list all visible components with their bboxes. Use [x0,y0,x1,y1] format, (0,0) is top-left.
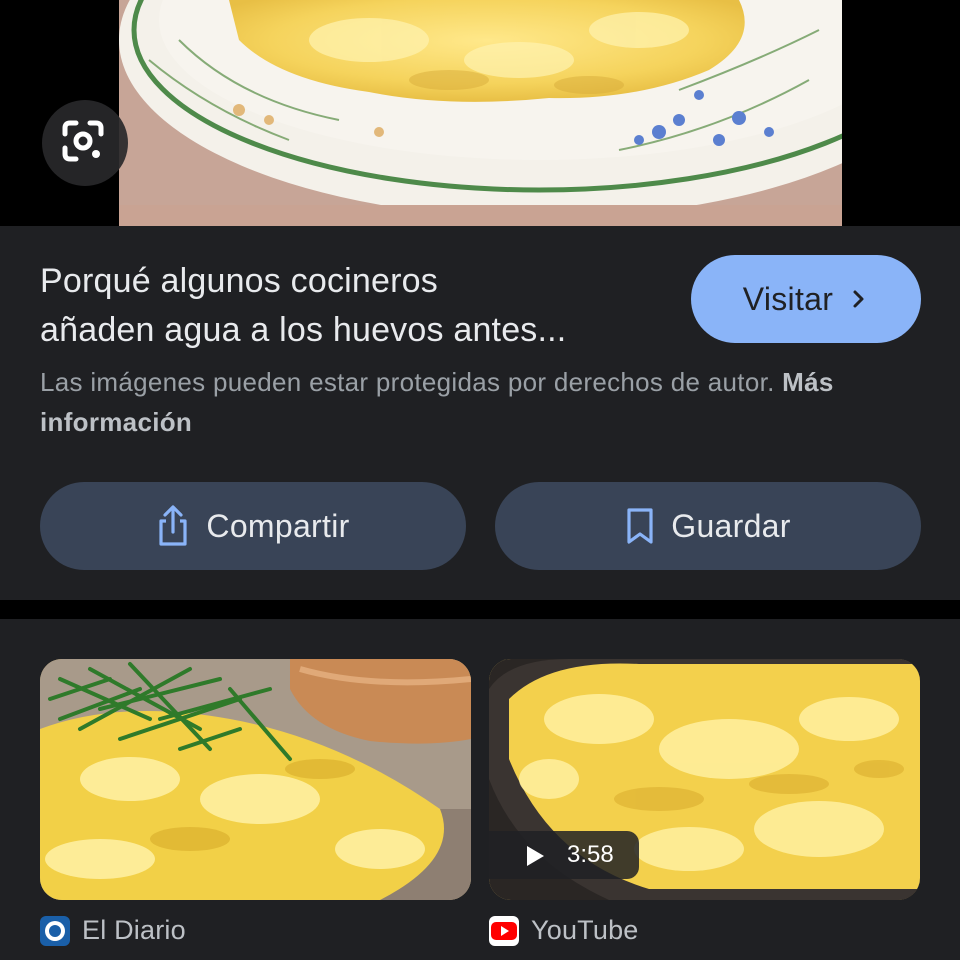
share-button[interactable]: Compartir [40,482,466,570]
source-name: El Diario [82,915,186,945]
source-el-diario[interactable]: El Diario [40,915,186,946]
el-diario-logo-icon [40,915,70,946]
chevron-right-icon [849,287,869,311]
video-duration: 3:58 [567,841,614,868]
related-images-grid: 3:58 El Diario YouTube [0,619,960,960]
bookmark-icon [625,507,655,545]
source-youtube[interactable]: YouTube [489,915,639,946]
google-lens-button[interactable] [42,100,128,186]
copyright-text: Las imágenes pueden estar protegidas por… [40,367,775,397]
youtube-logo-icon [489,915,519,946]
source-name: YouTube [531,915,639,945]
scrambled-eggs-image[interactable] [119,0,842,226]
lens-icon [62,117,107,170]
save-button-label: Guardar [671,507,791,544]
image-viewer: Porqué algunos cocineros añaden agua a l… [0,0,960,960]
result-info-card: Porqué algunos cocineros añaden agua a l… [0,226,960,600]
save-button[interactable]: Guardar [495,482,921,570]
hero-image-area [0,0,960,226]
result-title-line-2: añaden agua a los huevos antes... [40,311,567,349]
play-icon [527,846,544,866]
visit-button-label: Visitar [742,280,834,317]
visit-button[interactable]: Visitar [691,255,921,343]
result-title-line-1: Porqué algunos cocineros [40,262,438,300]
related-video-youtube[interactable]: 3:58 [489,659,920,900]
share-button-label: Compartir [206,507,350,544]
related-image-el-diario[interactable] [40,659,471,900]
video-duration-badge: 3:58 [489,831,639,879]
share-icon [156,505,190,547]
result-title[interactable]: Porqué algunos cocineros añaden agua a l… [40,257,660,355]
copyright-notice: Las imágenes pueden estar protegidas por… [40,362,860,442]
